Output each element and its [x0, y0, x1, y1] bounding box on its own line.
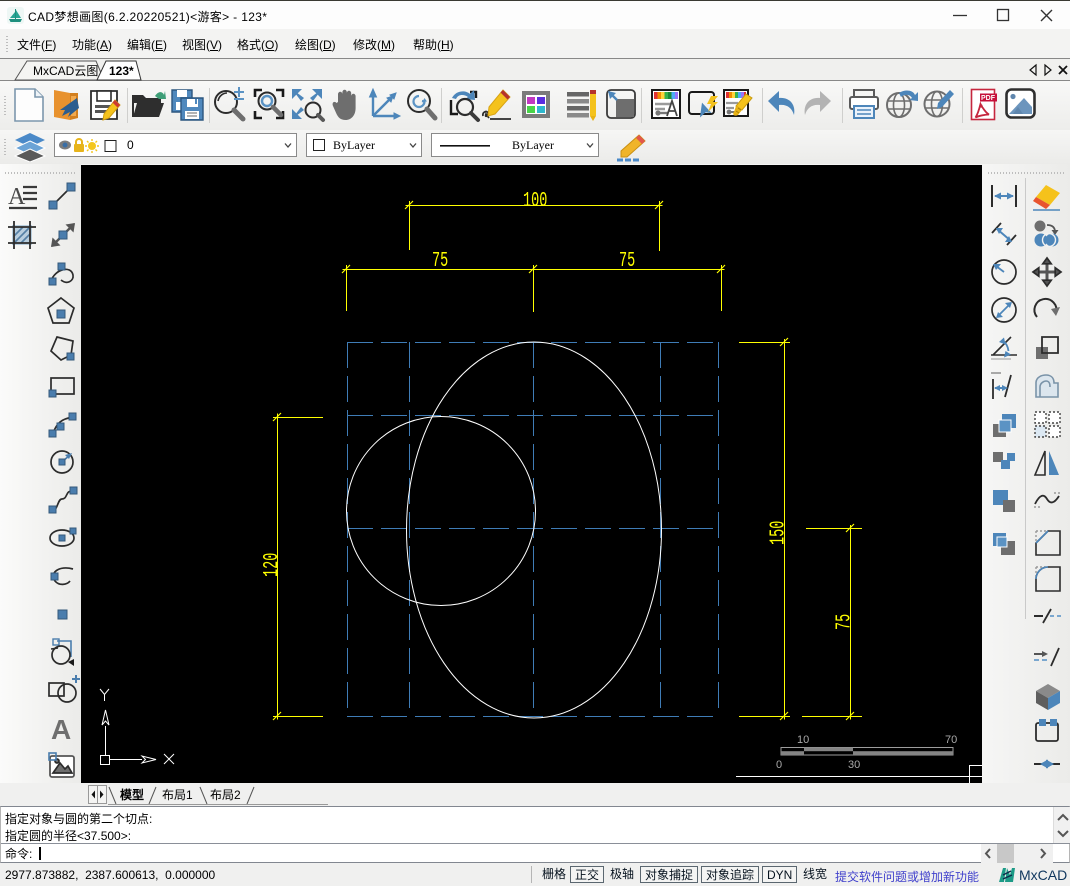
svg-text:30: 30: [848, 759, 860, 771]
svg-text:75: 75: [833, 614, 857, 630]
svg-text:布局2: 布局2: [210, 788, 241, 802]
svg-text:A: A: [51, 714, 71, 745]
svg-text:布局1: 布局1: [162, 788, 193, 802]
svg-text:10: 10: [797, 734, 809, 746]
svg-text:120: 120: [260, 553, 284, 577]
svg-text:75: 75: [432, 249, 448, 273]
svg-text:70: 70: [945, 734, 957, 746]
svg-text:0: 0: [776, 759, 782, 771]
svg-text:100: 100: [523, 189, 547, 213]
svg-text:123*: 123*: [109, 64, 134, 78]
svg-text:模型: 模型: [120, 787, 144, 802]
svg-text:MxCAD云图: MxCAD云图: [33, 64, 98, 78]
svg-text:PDF: PDF: [981, 95, 996, 102]
svg-text:150: 150: [767, 521, 791, 545]
svg-text:75: 75: [619, 249, 635, 273]
